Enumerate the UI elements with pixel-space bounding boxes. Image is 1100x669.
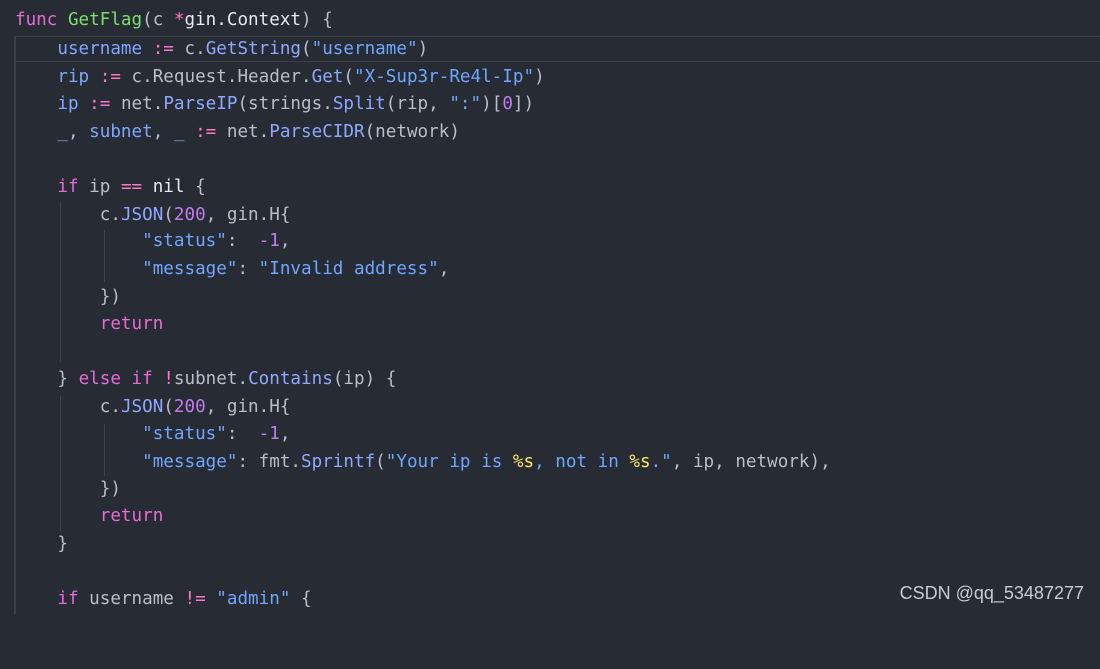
- code-line-5: _, subnet, _ := net.ParseCIDR(network): [57, 122, 460, 142]
- code-line-20: }: [57, 534, 68, 554]
- code-line-4: ip := net.ParseIP(strings.Split(rip, ":"…: [57, 94, 535, 114]
- code-line-15: c.JSON(200, gin.H{: [99, 397, 291, 417]
- code-line-11: }): [99, 287, 121, 307]
- code-line-19: return: [99, 506, 164, 526]
- code-line-16: "status": -1,: [142, 424, 291, 444]
- code-line-17: "message": fmt.Sprintf("Your ip is %s, n…: [142, 452, 831, 472]
- code-line-3: rip := c.Request.Header.Get("X-Sup3r-Re4…: [57, 67, 545, 87]
- code-line-9: "status": -1,: [142, 231, 291, 251]
- code-line-7: if ip == nil {: [57, 177, 206, 197]
- code-line-10: "message": "Invalid address",: [142, 259, 450, 279]
- watermark: CSDN @qq_53487277: [899, 583, 1084, 603]
- code-line-12: return: [99, 314, 164, 334]
- code-line-14: } else if !subnet.Contains(ip) {: [57, 369, 397, 389]
- code-line-8: c.JSON(200, gin.H{: [99, 205, 291, 225]
- code-line-2: username := c.GetString("username"): [57, 39, 429, 59]
- code-line-18: }): [99, 479, 121, 499]
- code-line-1: func GetFlag(c *gin.Context) {: [15, 10, 333, 30]
- code-editor[interactable]: func GetFlag(c *gin.Context) { username …: [0, 0, 1100, 614]
